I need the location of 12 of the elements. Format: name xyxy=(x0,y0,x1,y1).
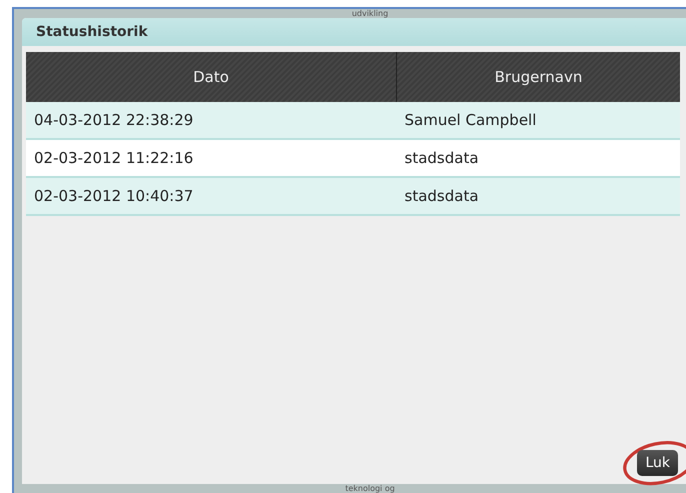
background-text: udvikling xyxy=(350,9,388,18)
table-cell: stadsdata xyxy=(396,139,680,177)
table-cell: stadsdata xyxy=(396,177,680,215)
dialog-title: Statushistorik xyxy=(36,24,148,40)
background-text: teknologi og xyxy=(344,484,395,493)
close-button[interactable]: Luk xyxy=(637,450,678,476)
column-header[interactable]: Brugernavn xyxy=(396,52,680,102)
table-cell: 02-03-2012 11:22:16 xyxy=(26,139,396,177)
table-cell: Samuel Campbell xyxy=(396,102,680,139)
table-cell: 02-03-2012 10:40:37 xyxy=(26,177,396,215)
column-header[interactable]: Dato xyxy=(26,52,396,102)
table-cell: 04-03-2012 22:38:29 xyxy=(26,102,396,139)
